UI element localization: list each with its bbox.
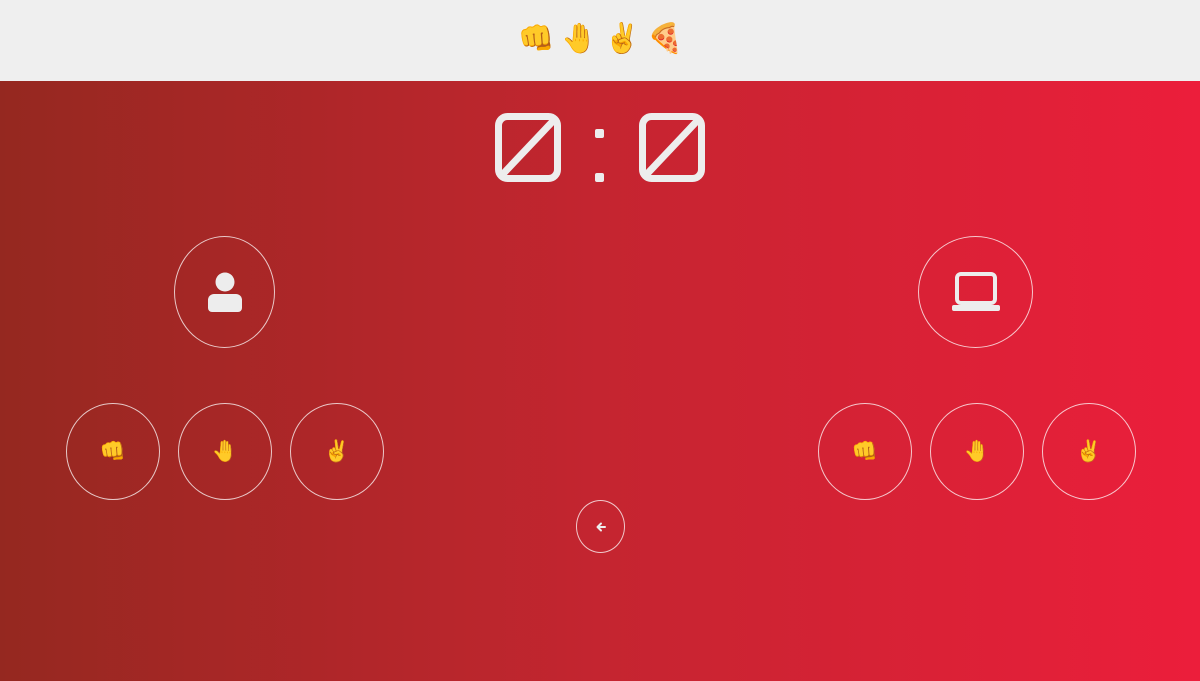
computer-rock-button[interactable]: 👊 [818, 403, 912, 500]
computer-paper-button[interactable]: 🤚 [930, 403, 1024, 500]
laptop-icon [951, 272, 1000, 311]
player-rock-button[interactable]: 👊 [66, 403, 160, 500]
player-avatar [174, 236, 275, 348]
computer-score [639, 113, 705, 182]
back-button[interactable] [576, 500, 625, 553]
computer-avatar [918, 236, 1033, 348]
paper-hand-icon: 🤚 [963, 439, 991, 463]
player-paper-button[interactable]: 🤚 [178, 403, 272, 500]
user-icon [207, 272, 242, 312]
computer-scissors-button[interactable]: ✌️ [1042, 403, 1136, 500]
player-score [495, 113, 561, 182]
colon-dot-bottom [595, 173, 604, 182]
game-stage: 👊 🤚 ✌️ 👊 🤚 ✌️ [0, 81, 1200, 681]
score-separator [587, 117, 613, 187]
scissors-victory-icon: ✌️ [1075, 439, 1103, 463]
victory-emoji-icon: ✌️ [604, 21, 641, 55]
rock-fist-icon: 👊 [99, 439, 127, 463]
empty-set-icon [495, 113, 561, 182]
pizza-emoji-icon: 🍕 [647, 21, 678, 55]
hand-emoji-icon: 🤚 [561, 21, 598, 55]
rock-fist-icon: 👊 [851, 439, 879, 463]
empty-set-icon [639, 113, 705, 182]
player-scissors-button[interactable]: ✌️ [290, 403, 384, 500]
fist-emoji-icon: 👊 [518, 21, 555, 55]
arrow-left-icon [596, 522, 606, 531]
colon-dot-top [595, 129, 604, 138]
scissors-victory-icon: ✌️ [323, 439, 351, 463]
paper-hand-icon: 🤚 [211, 439, 239, 463]
header-bar: 👊 🤚 ✌️ 🍕 [0, 0, 1200, 81]
app-logo[interactable]: 👊 🤚 ✌️ 🍕 [518, 18, 678, 58]
